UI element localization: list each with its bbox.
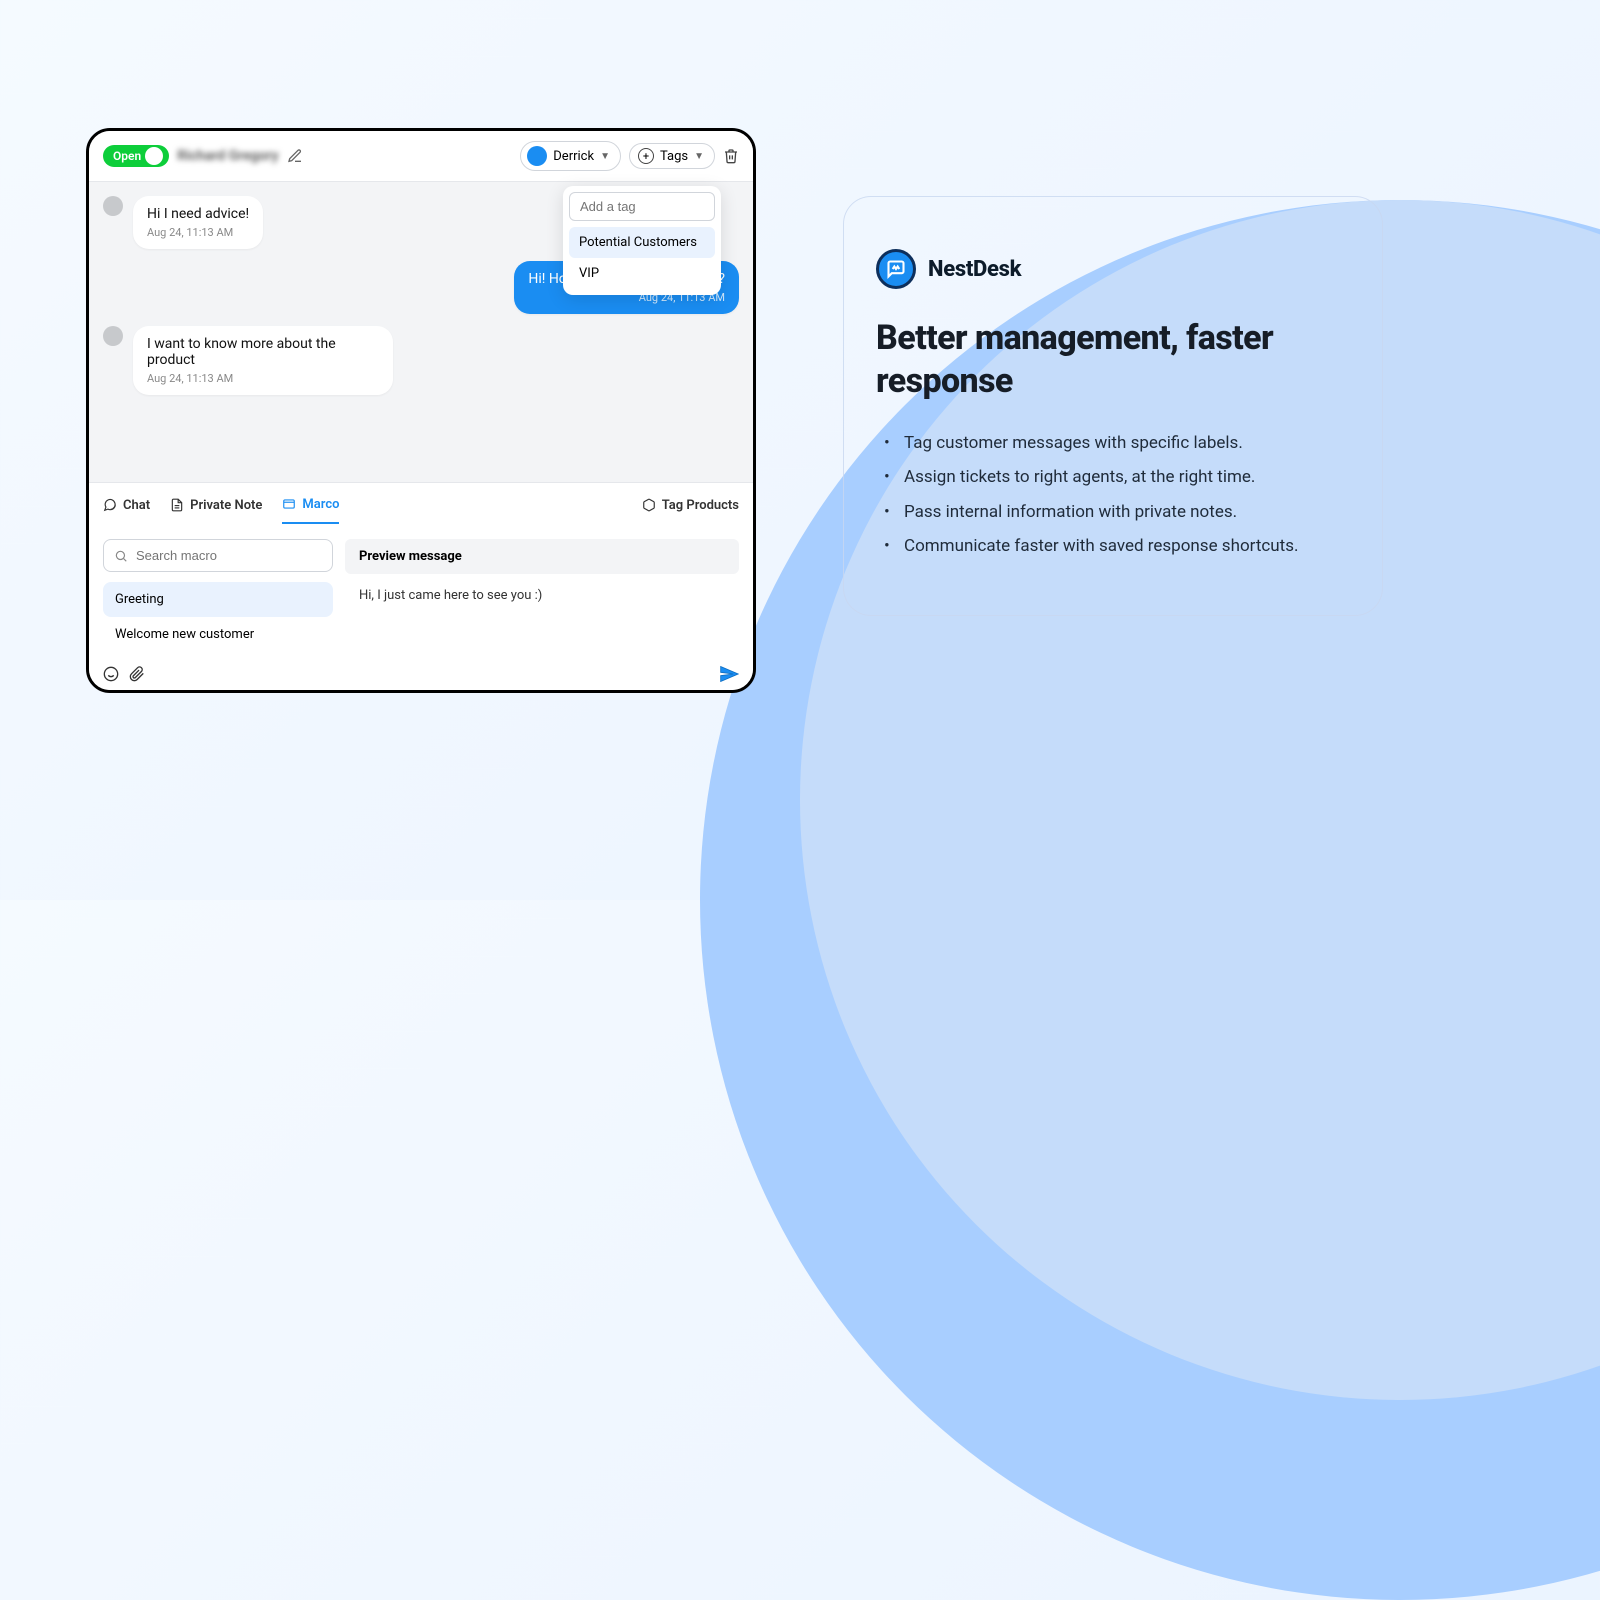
feature-item: Pass internal information with private n… <box>884 495 1350 529</box>
brand: NestDesk <box>876 249 1350 289</box>
message-bubble: I want to know more about the product Au… <box>133 326 393 395</box>
tag-products-label: Tag Products <box>662 498 739 513</box>
message-text: Hi I need advice! <box>147 206 249 222</box>
feature-item: Communicate faster with saved response s… <box>884 529 1350 563</box>
tag-dropdown: Potential Customers VIP <box>563 186 721 295</box>
chat-body: Hi I need advice! Aug 24, 11:13 AM Hi! H… <box>89 182 753 482</box>
tab-label: Marco <box>302 497 339 512</box>
agent-avatar <box>527 146 547 166</box>
customer-avatar <box>103 196 123 216</box>
attachment-icon[interactable] <box>129 666 145 682</box>
tags-select[interactable]: + Tags ▼ <box>629 143 715 169</box>
message-row: I want to know more about the product Au… <box>103 326 739 395</box>
composer: Chat Private Note Marco Tag Products <box>89 482 753 693</box>
preview-panel: Preview message Hi, I just came here to … <box>345 539 739 652</box>
message-time: Aug 24, 11:13 AM <box>147 372 379 385</box>
marco-icon <box>282 497 296 511</box>
composer-tabs: Chat Private Note Marco Tag Products <box>89 483 753 527</box>
preview-body: Hi, I just came here to see you :) <box>345 574 739 617</box>
info-card: NestDesk Better management, faster respo… <box>843 196 1383 616</box>
composer-footer <box>89 656 753 693</box>
headline: Better management, faster response <box>876 317 1350 402</box>
tab-marco[interactable]: Marco <box>282 487 339 524</box>
macro-list-panel: Greeting Welcome new customer <box>103 539 333 652</box>
customer-name: Richard Gregory <box>177 148 278 164</box>
macro-welcome-new-customer[interactable]: Welcome new customer <box>103 617 333 652</box>
edit-icon[interactable] <box>287 148 303 164</box>
message-bubble: Hi I need advice! Aug 24, 11:13 AM <box>133 196 263 249</box>
tab-private-note[interactable]: Private Note <box>170 488 262 523</box>
search-macro-input[interactable] <box>136 548 322 563</box>
tag-input[interactable] <box>569 192 715 221</box>
chat-header: Open Richard Gregory Derrick ▼ + Tags ▼ <box>89 131 753 182</box>
tab-label: Private Note <box>190 498 262 513</box>
note-icon <box>170 498 184 512</box>
tag-option-vip[interactable]: VIP <box>569 258 715 289</box>
box-icon <box>642 498 656 512</box>
send-button[interactable] <box>719 664 739 684</box>
feature-item: Tag customer messages with specific labe… <box>884 426 1350 460</box>
chevron-down-icon: ▼ <box>600 151 610 162</box>
agent-select[interactable]: Derrick ▼ <box>520 141 621 171</box>
search-macro[interactable] <box>103 539 333 572</box>
macro-greeting[interactable]: Greeting <box>103 582 333 617</box>
status-label: Open <box>113 149 141 163</box>
tab-chat[interactable]: Chat <box>103 488 150 523</box>
chat-window: Open Richard Gregory Derrick ▼ + Tags ▼ … <box>86 128 756 693</box>
tag-option-potential-customers[interactable]: Potential Customers <box>569 227 715 258</box>
status-open-toggle[interactable]: Open <box>103 145 169 167</box>
plus-circle-icon: + <box>638 148 654 164</box>
search-icon <box>114 549 128 563</box>
preview-header: Preview message <box>345 539 739 574</box>
trash-icon[interactable] <box>723 148 739 164</box>
tab-label: Chat <box>123 498 150 513</box>
chevron-down-icon: ▼ <box>694 151 704 162</box>
brand-name: NestDesk <box>928 257 1021 282</box>
chat-icon <box>103 498 117 512</box>
feature-list: Tag customer messages with specific labe… <box>876 426 1350 563</box>
feature-item: Assign tickets to right agents, at the r… <box>884 460 1350 494</box>
agent-name: Derrick <box>553 149 594 164</box>
brand-logo <box>876 249 916 289</box>
composer-main: Greeting Welcome new customer Preview me… <box>89 527 753 656</box>
tag-products-button[interactable]: Tag Products <box>642 498 739 513</box>
tags-label: Tags <box>660 149 688 164</box>
emoji-icon[interactable] <box>103 666 119 682</box>
message-text: I want to know more about the product <box>147 336 379 368</box>
customer-avatar <box>103 326 123 346</box>
message-time: Aug 24, 11:13 AM <box>147 226 249 239</box>
